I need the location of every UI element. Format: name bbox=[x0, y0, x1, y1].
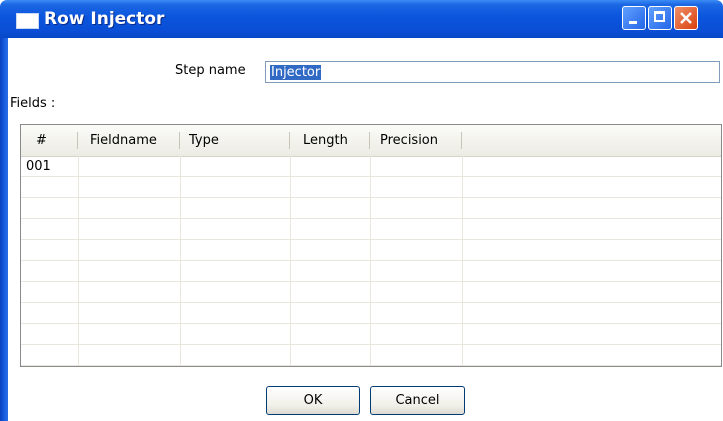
table-row[interactable] bbox=[21, 177, 721, 198]
table-row[interactable] bbox=[21, 303, 721, 324]
fields-label: Fields : bbox=[10, 96, 56, 111]
column-divider[interactable] bbox=[289, 132, 290, 149]
table-row[interactable] bbox=[21, 198, 721, 219]
table-row[interactable] bbox=[21, 345, 721, 366]
column-divider[interactable] bbox=[77, 132, 78, 149]
close-button[interactable] bbox=[674, 6, 698, 30]
maximize-button[interactable] bbox=[648, 6, 672, 30]
column-header-type[interactable]: Type bbox=[189, 125, 219, 156]
column-divider[interactable] bbox=[179, 132, 180, 149]
table-row[interactable] bbox=[21, 261, 721, 282]
window-icon bbox=[16, 13, 39, 29]
step-name-label: Step name bbox=[175, 63, 246, 78]
table-row[interactable] bbox=[21, 219, 721, 240]
ok-button[interactable]: OK bbox=[266, 386, 360, 415]
column-header-precision[interactable]: Precision bbox=[380, 125, 438, 156]
close-icon bbox=[680, 12, 692, 24]
column-header-fieldname[interactable]: Fieldname bbox=[90, 125, 157, 156]
minimize-icon bbox=[629, 21, 637, 24]
window-frame-left bbox=[0, 38, 8, 421]
column-header-length[interactable]: Length bbox=[303, 125, 348, 156]
table-row[interactable] bbox=[21, 282, 721, 303]
column-header-number[interactable]: # bbox=[36, 125, 47, 156]
minimize-button[interactable] bbox=[622, 6, 646, 30]
title-bar[interactable]: Row Injector bbox=[0, 0, 723, 38]
table-row[interactable]: 001 bbox=[21, 156, 721, 177]
column-divider[interactable] bbox=[369, 132, 370, 149]
column-divider[interactable] bbox=[461, 132, 462, 149]
maximize-icon bbox=[654, 11, 665, 22]
table-row[interactable] bbox=[21, 240, 721, 261]
window-title: Row Injector bbox=[44, 9, 165, 29]
step-name-input[interactable]: Injector bbox=[265, 61, 720, 83]
cancel-button[interactable]: Cancel bbox=[370, 386, 465, 415]
table-row[interactable] bbox=[21, 324, 721, 345]
dialog-window: Row Injector Step name Injector Fields :… bbox=[0, 0, 723, 421]
table-header: # Fieldname Type Length Precision bbox=[21, 125, 721, 157]
fields-table[interactable]: # Fieldname Type Length Precision 001 bbox=[20, 124, 722, 367]
step-name-value: Injector bbox=[270, 65, 322, 80]
row-number: 001 bbox=[26, 159, 51, 174]
